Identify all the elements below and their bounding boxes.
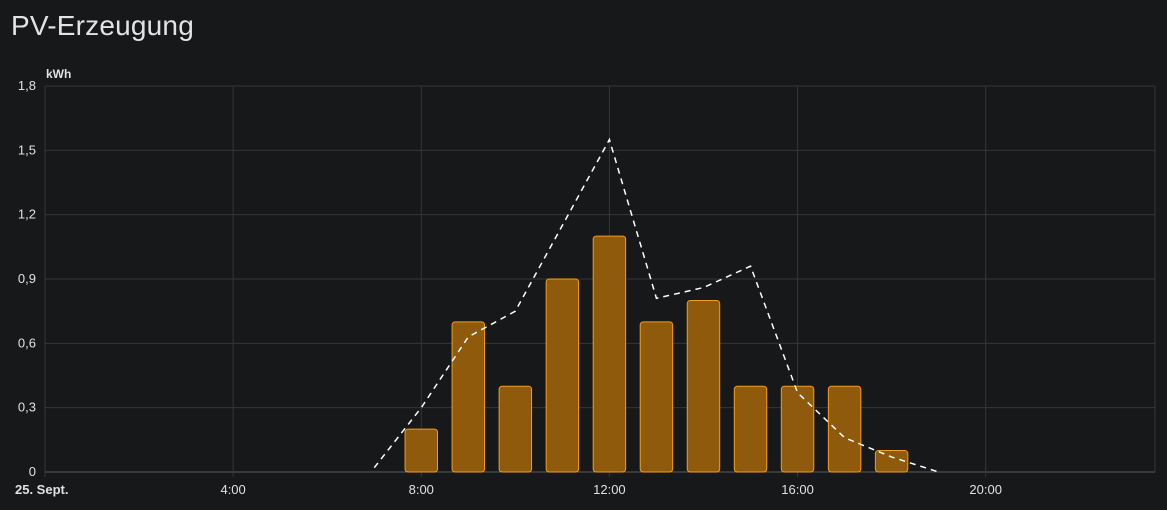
y-tick-label: 0,9	[18, 271, 36, 286]
x-tick-label: 16:00	[781, 482, 814, 497]
energy-card: PV-Erzeugung 0 0,3 0,6 0,9 1,2 1,5 1,8 25. Sep…	[0, 0, 1167, 510]
x-tick-label: 12:00	[593, 482, 626, 497]
bar[interactable]	[451, 321, 486, 473]
x-tick-label: 8:00	[409, 482, 434, 497]
bar[interactable]	[733, 385, 768, 473]
pv-production-chart: 0 0,3 0,6 0,9 1,2 1,5 1,8 25. Sept. 4:00 8:00 12:…	[15, 67, 1156, 497]
y-tick-label: 1,8	[18, 78, 36, 93]
x-tick-label: 4:00	[220, 482, 245, 497]
bar-series	[404, 235, 909, 473]
bar[interactable]	[639, 321, 674, 473]
y-tick-label: 0	[29, 464, 36, 479]
bar[interactable]	[498, 385, 533, 473]
x-axis: 25. Sept. 4:00 8:00 12:00 16:00 20:00	[15, 482, 1002, 497]
y-axis-unit: kWh	[46, 67, 71, 81]
y-tick-label: 0,3	[18, 400, 36, 415]
bar[interactable]	[827, 385, 862, 473]
x-tick-label: 25. Sept.	[15, 482, 68, 497]
bar[interactable]	[404, 428, 438, 473]
y-tick-label: 1,5	[18, 142, 36, 157]
x-tick-label: 20:00	[969, 482, 1002, 497]
y-tick-label: 1,2	[18, 207, 36, 222]
y-tick-label: 0,6	[18, 335, 36, 350]
bar[interactable]	[686, 299, 721, 473]
bar[interactable]	[592, 235, 627, 473]
y-axis: 0 0,3 0,6 0,9 1,2 1,5 1,8	[18, 78, 36, 479]
bar[interactable]	[545, 278, 580, 473]
bar[interactable]	[780, 385, 815, 473]
